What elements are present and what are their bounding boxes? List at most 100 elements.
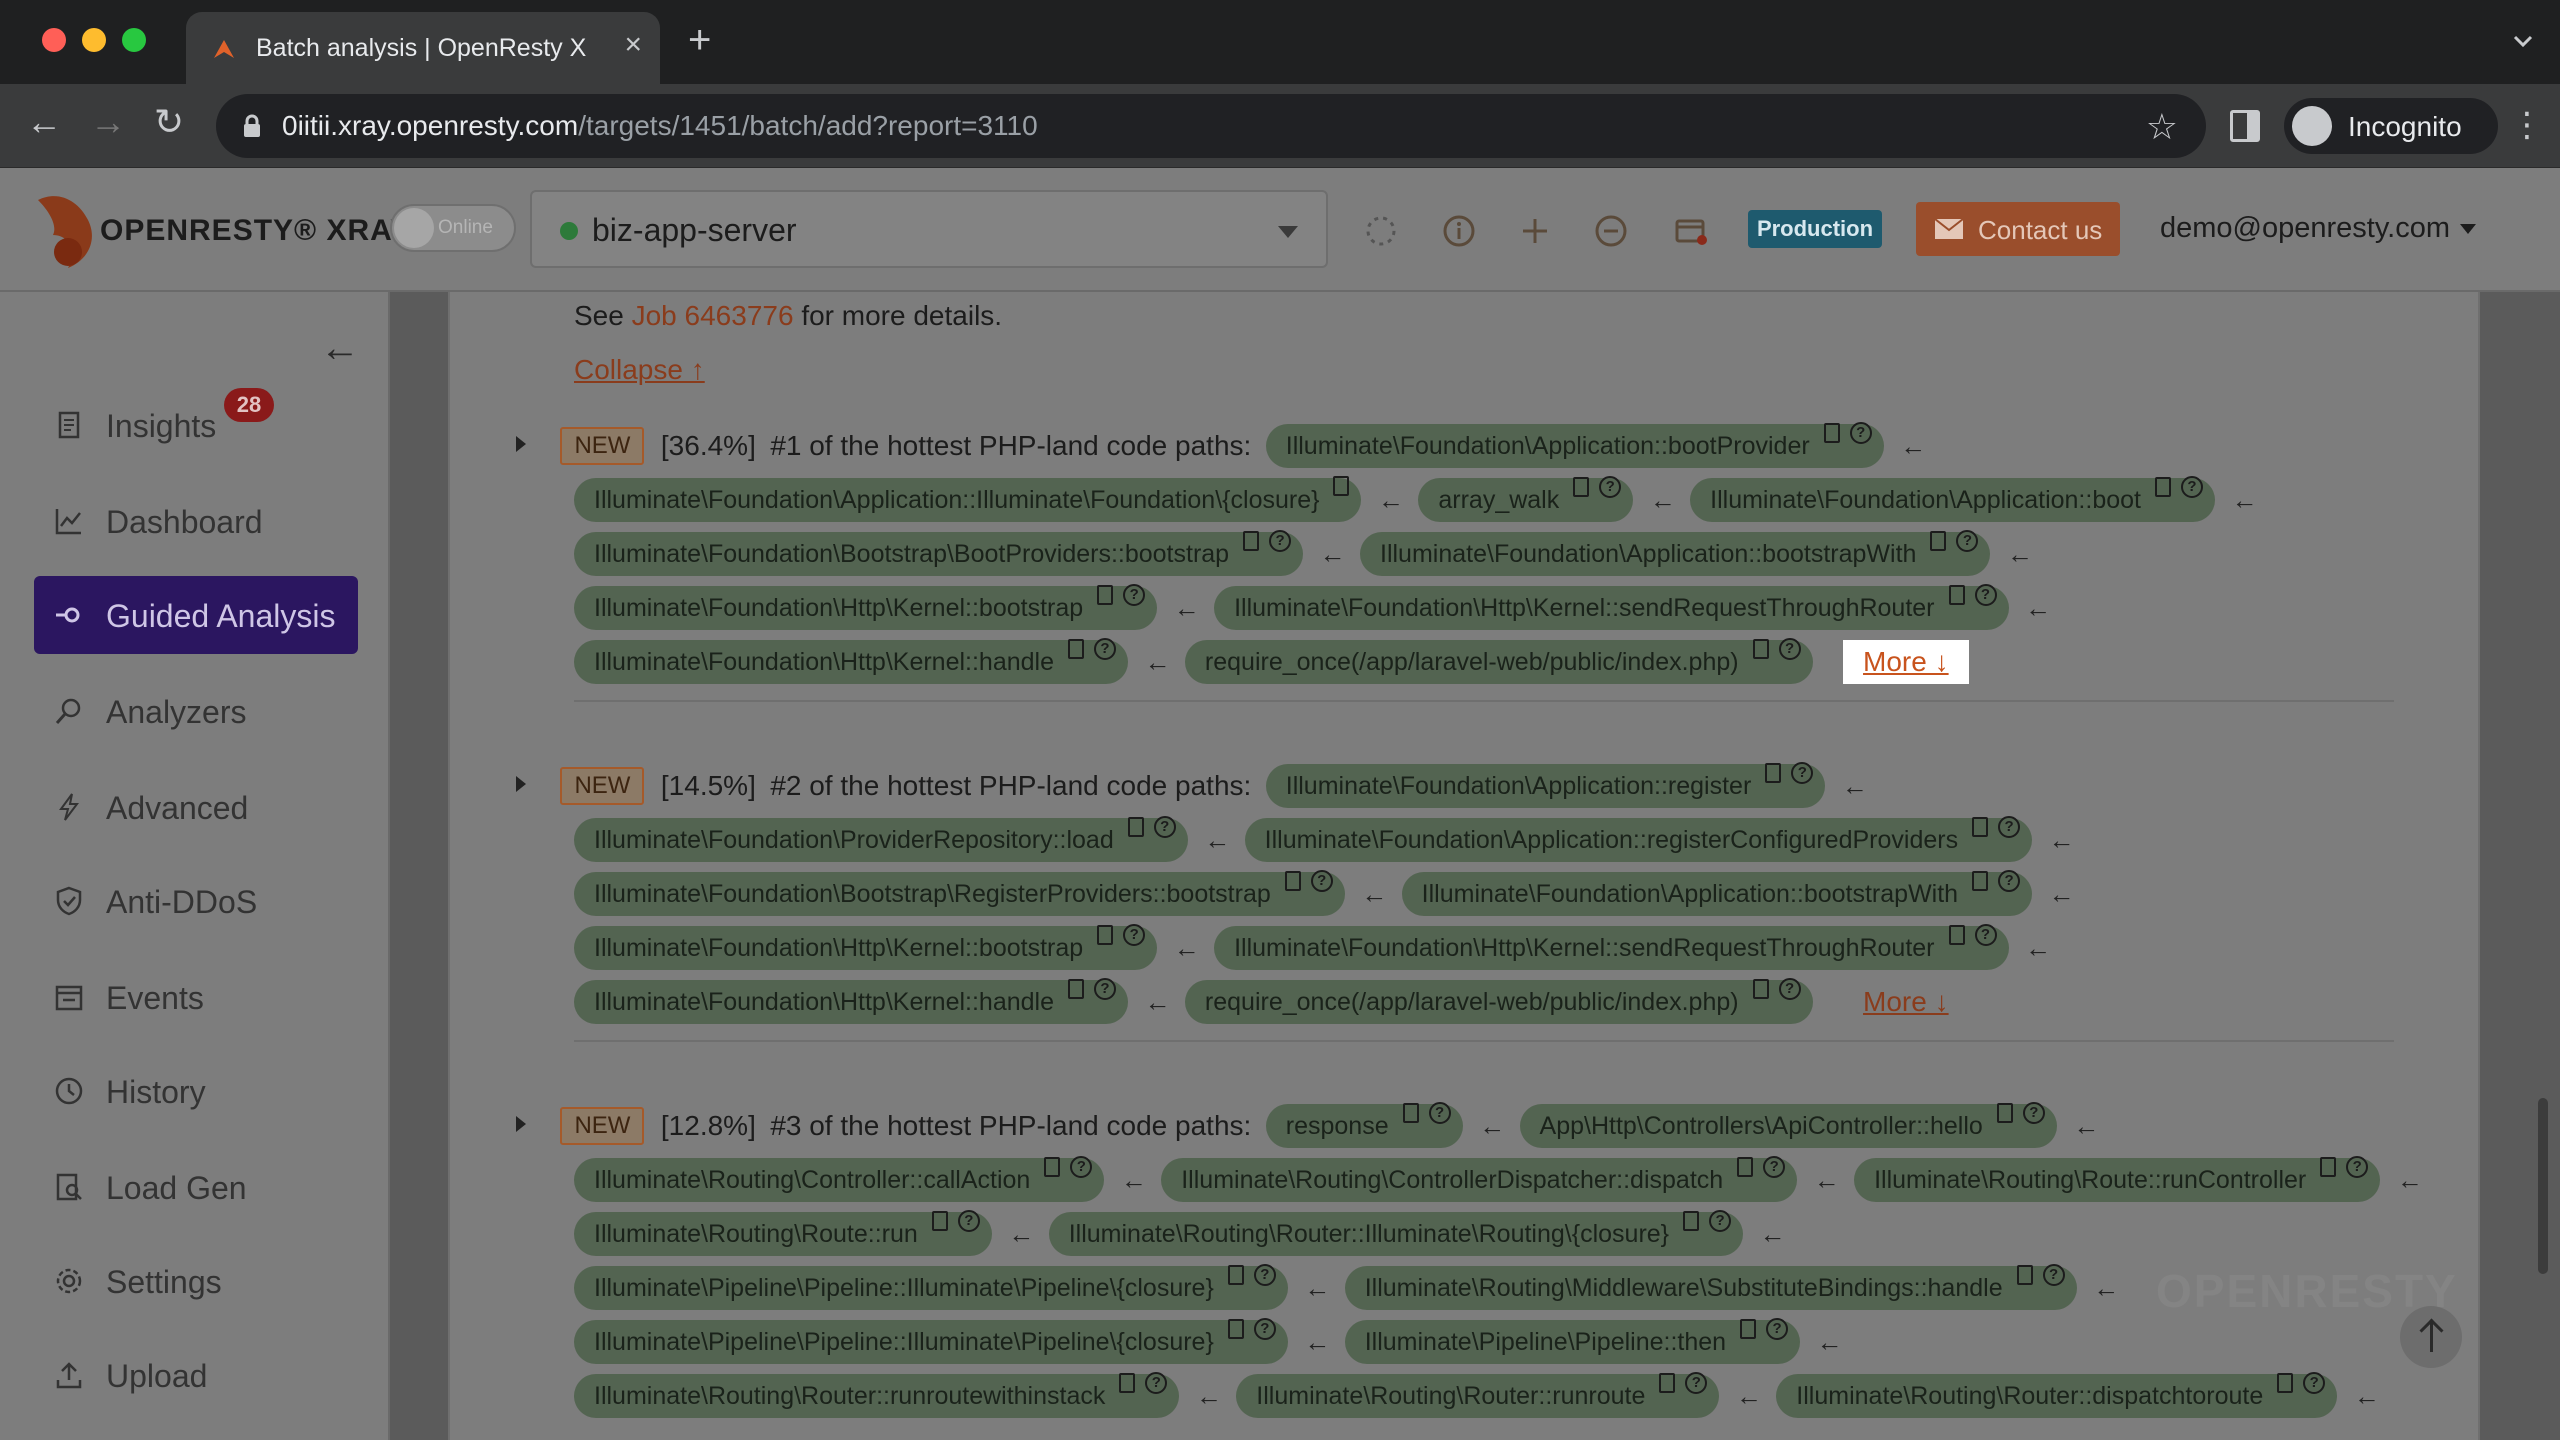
copy-icon[interactable]	[1119, 1373, 1136, 1393]
sidebar-item-anti-ddos[interactable]: Anti-DDoS	[34, 862, 358, 940]
frame-pill[interactable]: Illuminate\Foundation\Application::boots…	[1401, 870, 2033, 916]
help-icon[interactable]: ?	[2042, 1264, 2065, 1286]
help-icon[interactable]: ?	[1763, 1156, 1786, 1178]
copy-icon[interactable]	[2154, 477, 2171, 497]
copy-icon[interactable]	[1068, 979, 1085, 999]
contact-us-button[interactable]: Contact us	[1916, 202, 2120, 256]
copy-icon[interactable]	[1972, 817, 1989, 837]
frame-pill[interactable]: Illuminate\Foundation\Http\Kernel::sendR…	[1214, 924, 2009, 970]
forward-arrow-icon[interactable]: →	[90, 104, 126, 140]
frame-pill[interactable]: Illuminate\Foundation\Bootstrap\BootProv…	[574, 530, 1304, 576]
copy-icon[interactable]	[1227, 1319, 1244, 1339]
copy-icon[interactable]	[2016, 1265, 2033, 1285]
copy-icon[interactable]	[1284, 871, 1301, 891]
frame-pill[interactable]: Illuminate\Foundation\Http\Kernel::sendR…	[1214, 584, 2009, 630]
help-icon[interactable]: ?	[1778, 978, 1801, 1000]
sidebar-item-history[interactable]: History	[34, 1052, 358, 1130]
frame-pill[interactable]: Illuminate\Foundation\Http\Kernel::boots…	[574, 924, 1158, 970]
frame-pill[interactable]: require_once(/app/laravel-web/public/ind…	[1184, 978, 1813, 1024]
help-icon[interactable]: ?	[2346, 1156, 2369, 1178]
copy-icon[interactable]	[1333, 476, 1350, 496]
frame-pill[interactable]: Illuminate\Foundation\Application::boots…	[1360, 530, 1991, 576]
frame-pill[interactable]: Illuminate\Pipeline\Pipeline::Illuminate…	[574, 1318, 1288, 1364]
expand-caret-icon[interactable]	[516, 1116, 526, 1132]
user-menu[interactable]: demo@openresty.com	[2160, 212, 2477, 245]
more-link[interactable]: More ↓	[1843, 640, 1969, 684]
job-link[interactable]: Job 6463776	[632, 300, 794, 331]
help-icon[interactable]: ?	[2303, 1372, 2326, 1394]
maximize-window-button[interactable]	[122, 28, 146, 52]
frame-pill[interactable]: Illuminate\Foundation\Application::Illum…	[574, 476, 1362, 522]
copy-icon[interactable]	[1683, 1211, 1700, 1231]
sidebar-item-upload[interactable]: Upload	[34, 1336, 358, 1414]
back-arrow-icon[interactable]: ←	[26, 104, 62, 140]
copy-icon[interactable]	[1044, 1157, 1061, 1177]
copy-icon[interactable]	[1127, 817, 1144, 837]
copy-icon[interactable]	[1068, 639, 1085, 659]
sidebar-item-guided-analysis[interactable]: Guided Analysis	[34, 576, 358, 654]
copy-icon[interactable]	[1227, 1265, 1244, 1285]
sidebar-item-dashboard[interactable]: Dashboard	[34, 482, 358, 560]
copy-icon[interactable]	[1097, 585, 1114, 605]
frame-pill[interactable]: Illuminate\Foundation\Bootstrap\Register…	[574, 870, 1345, 916]
frame-pill[interactable]: Illuminate\Routing\Controller::callActio…	[574, 1156, 1105, 1202]
help-icon[interactable]: ?	[1123, 924, 1146, 946]
copy-icon[interactable]	[1752, 639, 1769, 659]
page-scrollbar[interactable]	[2538, 1098, 2548, 1274]
sidebar-item-load-gen[interactable]: Load Gen	[34, 1148, 358, 1226]
help-icon[interactable]: ?	[1974, 584, 1997, 606]
sidebar-item-insights[interactable]: Insights 28	[34, 386, 358, 464]
help-icon[interactable]: ?	[1998, 870, 2021, 892]
frame-pill[interactable]: Illuminate\Pipeline\Pipeline::then?	[1344, 1318, 1801, 1364]
copy-icon[interactable]	[1737, 1157, 1754, 1177]
help-icon[interactable]: ?	[1599, 476, 1622, 498]
help-icon[interactable]: ?	[1070, 1156, 1093, 1178]
help-icon[interactable]: ?	[1974, 924, 1997, 946]
frame-pill[interactable]: Illuminate\Routing\Router::dispatchtorou…	[1776, 1372, 2338, 1418]
tab-search-chevron-icon[interactable]	[2512, 30, 2534, 52]
remove-icon[interactable]	[1594, 214, 1628, 248]
copy-icon[interactable]	[2277, 1373, 2294, 1393]
copy-icon[interactable]	[1740, 1319, 1757, 1339]
help-icon[interactable]: ?	[1998, 816, 2021, 838]
address-bar[interactable]: 0iitii.xray.openresty.com/targets/1451/b…	[216, 94, 2206, 158]
frame-pill[interactable]: Illuminate\Routing\ControllerDispatcher:…	[1161, 1156, 1798, 1202]
sidebar-item-events[interactable]: Events	[34, 958, 358, 1036]
copy-icon[interactable]	[1752, 979, 1769, 999]
help-icon[interactable]: ?	[957, 1210, 980, 1232]
copy-icon[interactable]	[1972, 871, 1989, 891]
frame-pill[interactable]: Illuminate\Foundation\Http\Kernel::handl…	[574, 638, 1129, 684]
add-icon[interactable]	[1518, 214, 1552, 248]
copy-icon[interactable]	[1573, 477, 1590, 497]
payment-card-icon[interactable]	[1674, 214, 1708, 248]
help-icon[interactable]: ?	[1123, 584, 1146, 606]
copy-icon[interactable]	[1823, 423, 1840, 443]
help-icon[interactable]: ?	[1310, 870, 1333, 892]
target-selector[interactable]: biz-app-server	[530, 190, 1328, 268]
copy-icon[interactable]	[1948, 925, 1965, 945]
copy-icon[interactable]	[1659, 1373, 1676, 1393]
copy-icon[interactable]	[1097, 925, 1114, 945]
copy-icon[interactable]	[1765, 763, 1782, 783]
copy-icon[interactable]	[1402, 1103, 1419, 1123]
frame-pill[interactable]: Illuminate\Routing\Route::run?	[574, 1210, 992, 1256]
frame-pill[interactable]: Illuminate\Foundation\Application::regis…	[1244, 816, 2033, 862]
frame-pill[interactable]: require_once(/app/laravel-web/public/ind…	[1184, 638, 1813, 684]
incognito-profile-button[interactable]: Incognito	[2284, 98, 2498, 154]
side-panel-icon[interactable]	[2230, 110, 2260, 142]
frame-pill[interactable]: Illuminate\Foundation\Http\Kernel::handl…	[574, 978, 1129, 1024]
copy-icon[interactable]	[1930, 531, 1947, 551]
help-icon[interactable]: ?	[1094, 978, 1117, 1000]
help-icon[interactable]: ?	[1849, 422, 1872, 444]
help-icon[interactable]: ?	[2022, 1102, 2045, 1124]
frame-pill[interactable]: Illuminate\Foundation\Application::boot?	[1690, 476, 2215, 522]
expand-caret-icon[interactable]	[516, 436, 526, 452]
more-link[interactable]: More ↓	[1843, 980, 1969, 1024]
expand-caret-icon[interactable]	[516, 776, 526, 792]
help-icon[interactable]: ?	[1428, 1102, 1451, 1124]
sidebar-item-analyzers[interactable]: Analyzers	[34, 672, 358, 750]
copy-icon[interactable]	[1948, 585, 1965, 605]
frame-pill[interactable]: Illuminate\Pipeline\Pipeline::Illuminate…	[574, 1264, 1288, 1310]
frame-pill[interactable]: Illuminate\Routing\Router::runroutewithi…	[574, 1372, 1180, 1418]
frame-pill[interactable]: Illuminate\Foundation\Application::regis…	[1265, 762, 1826, 808]
